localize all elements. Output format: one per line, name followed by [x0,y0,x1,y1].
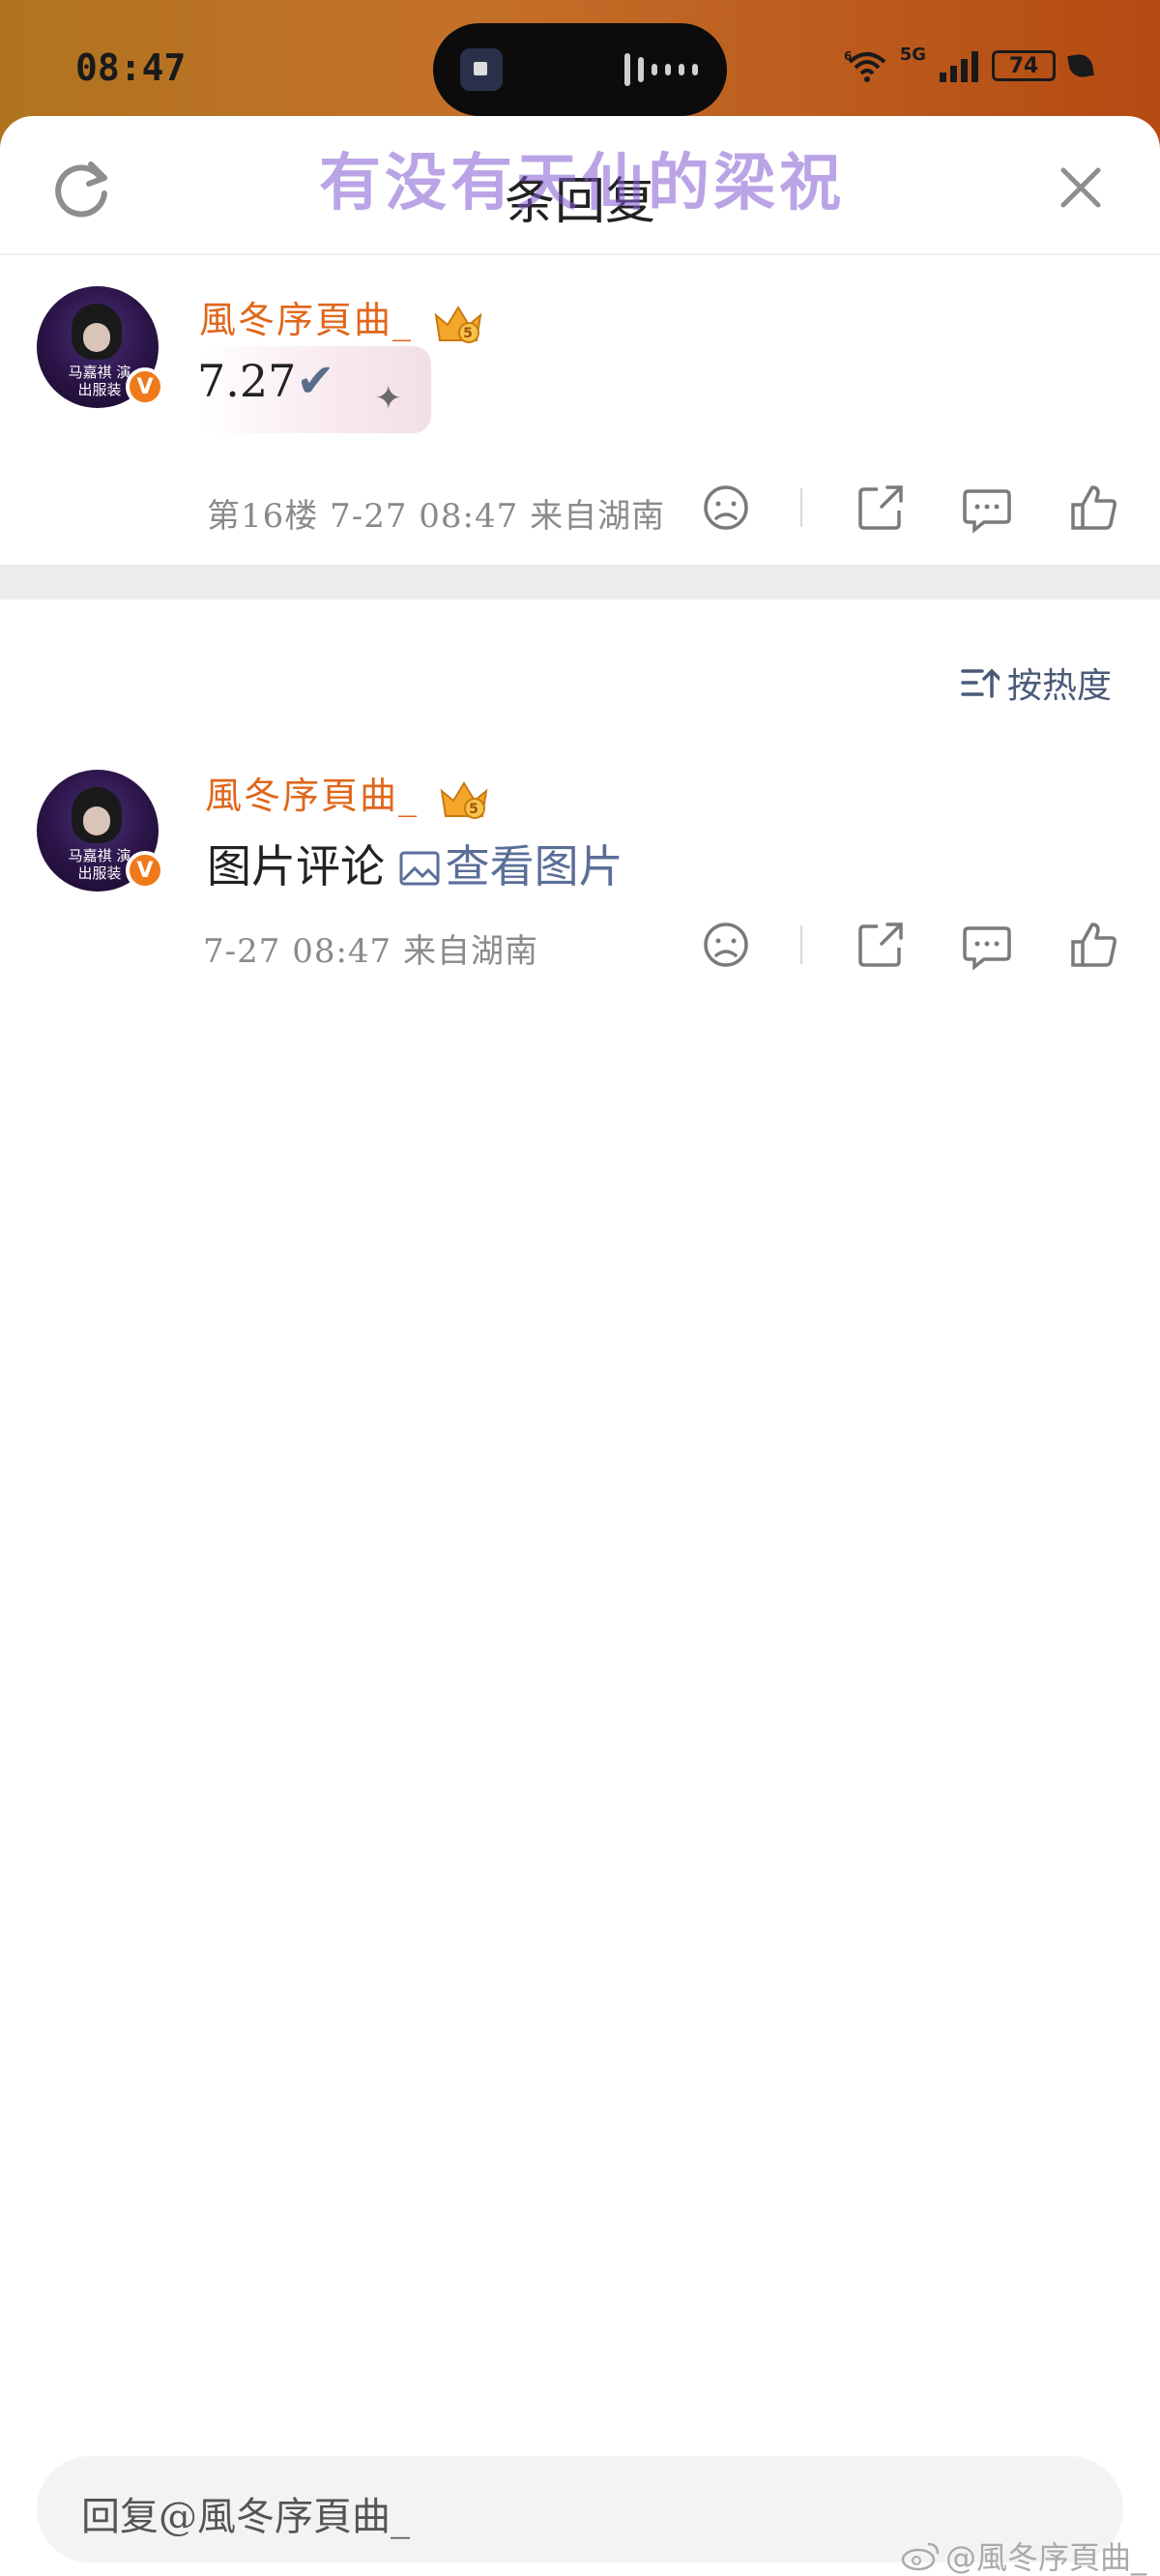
status-time: 08:47 [75,46,187,89]
battery-indicator: 74 [992,50,1056,81]
comment-icon[interactable] [959,480,1015,536]
reply-meta: 7-27 08:47 来自湖南 [203,924,538,972]
like-thumb-icon[interactable] [1065,917,1121,973]
weibo-watermark: @風冬序頁曲_ [901,2533,1146,2576]
dislike-face-icon[interactable] [698,480,754,536]
crown-badge-icon: 5 [440,780,488,819]
avatar[interactable]: 马嘉祺 演出服装 V [37,286,164,408]
share-icon[interactable] [853,480,909,536]
reply-username[interactable]: 風冬序頁曲_ 5 [205,766,490,820]
weibo-logo-icon [901,2542,940,2571]
comment-text: 7.27✔ [197,354,335,408]
divider [800,488,802,527]
comment-username[interactable]: 風冬序頁曲_ 5 [199,290,484,344]
view-image-link[interactable]: 查看图片 [399,840,624,893]
audio-wave-icon [624,52,698,87]
status-bar: 08:47 6 5G 74 [0,0,1160,126]
signal-icon [940,49,978,82]
reply-actions [698,917,1121,973]
dynamic-island[interactable] [433,23,727,116]
status-icons: 6 5G 74 [844,44,1094,83]
comment-actions [698,480,1121,536]
power-saving-leaf-icon [1067,52,1094,79]
sort-by-hot-button[interactable]: 按热度 [961,658,1112,708]
replies-sheet: 条回复 有没有天仙的梁祝 马嘉祺 演出服装 V 風冬序頁曲_ 5 ✦ 7.27✔… [0,116,1160,2576]
floor-number: 第16楼 [207,497,319,536]
verified-badge-icon: V [126,851,164,890]
share-icon[interactable] [853,917,909,973]
wifi-icon: 6 [844,49,886,82]
main-comment: 马嘉祺 演出服装 V 風冬序頁曲_ 5 ✦ 7.27✔ 第16楼 7-27 08… [0,116,1160,565]
like-thumb-icon[interactable] [1065,480,1121,536]
comment-location: 来自湖南 [530,497,666,536]
network-type: 5G [899,44,926,65]
comment-icon[interactable] [959,917,1015,973]
sort-icon [961,668,1000,698]
image-icon [399,851,440,886]
comment-meta: 第16楼 7-27 08:47 来自湖南 [207,489,665,537]
comment-time: 7-27 08:47 [330,497,519,536]
crown-badge-icon: 5 [434,305,482,343]
avatar[interactable]: 马嘉祺 演出服装 V [37,770,164,892]
media-thumbnail-icon [460,48,503,91]
reply-text: 图片评论 查看图片 [207,840,624,893]
reply-location: 来自湖南 [403,932,538,971]
svg-text:5: 5 [463,326,475,341]
dislike-face-icon[interactable] [698,917,754,973]
reply-placeholder: 回复@風冬序頁曲_ [81,2495,410,2539]
divider [800,925,802,964]
svg-text:5: 5 [469,802,480,817]
verified-badge-icon: V [126,367,164,406]
section-divider [0,565,1160,600]
checkmark-icon: ✔ [296,354,335,408]
reply-time: 7-27 08:47 [203,932,392,971]
